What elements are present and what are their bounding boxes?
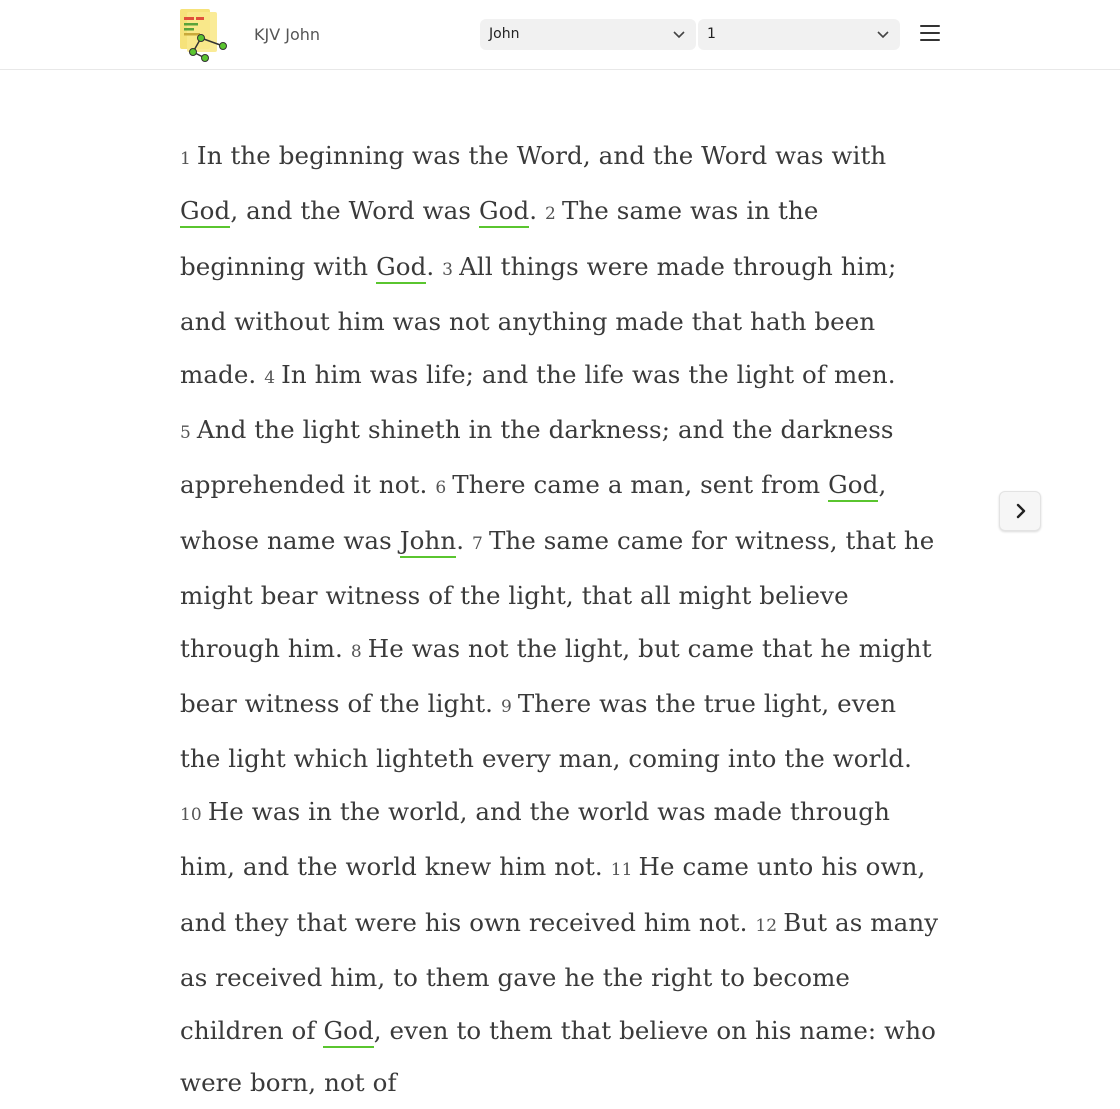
book-select-value: John [489, 26, 520, 42]
app-logo-icon[interactable] [179, 8, 231, 63]
verse-number: 6 [435, 478, 447, 499]
verse-number: 9 [500, 697, 512, 718]
entity-link[interactable]: John [399, 525, 457, 558]
verse-number: 8 [350, 641, 362, 662]
verse-text: . [456, 525, 465, 555]
verse-number: 3 [442, 259, 454, 280]
chevron-right-icon [1016, 503, 1026, 519]
book-select[interactable]: John [480, 19, 696, 50]
verse-number: 11 [610, 860, 633, 881]
verse-number: 4 [264, 367, 276, 388]
entity-link[interactable]: God [376, 251, 427, 284]
chapter-select[interactable]: 1 [698, 19, 900, 50]
verse-text: In the beginning was the Word, and the W… [196, 141, 887, 170]
entity-link[interactable]: God [478, 196, 530, 229]
entity-link[interactable]: God [828, 470, 879, 503]
verse-text: In him was life; and the life was the li… [281, 359, 896, 389]
verse-text: . [426, 251, 435, 281]
verse-number: 10 [180, 804, 202, 825]
verse-number: 12 [755, 915, 778, 936]
verse-text: There came a man, sent from [452, 470, 829, 500]
next-chapter-button[interactable] [999, 491, 1041, 531]
hamburger-menu-icon[interactable] [918, 25, 942, 45]
verse-number: 7 [472, 533, 483, 554]
verse-number: 5 [180, 423, 191, 444]
verse-number: 1 [180, 149, 191, 169]
verse-number: 2 [545, 204, 556, 225]
verse-text: . [529, 196, 538, 226]
chapter-select-value: 1 [707, 26, 716, 42]
passage-text: 1 In the beginning was the Word, and the … [180, 130, 940, 1109]
chevron-down-icon [877, 31, 889, 39]
entity-link[interactable]: God [323, 1015, 374, 1048]
verse-text: , and the Word was [230, 196, 479, 226]
chevron-down-icon [673, 31, 685, 39]
entity-link[interactable]: God [180, 196, 231, 229]
app-title[interactable]: KJV John [254, 25, 320, 44]
top-bar: KJV John John 1 [0, 0, 1120, 70]
